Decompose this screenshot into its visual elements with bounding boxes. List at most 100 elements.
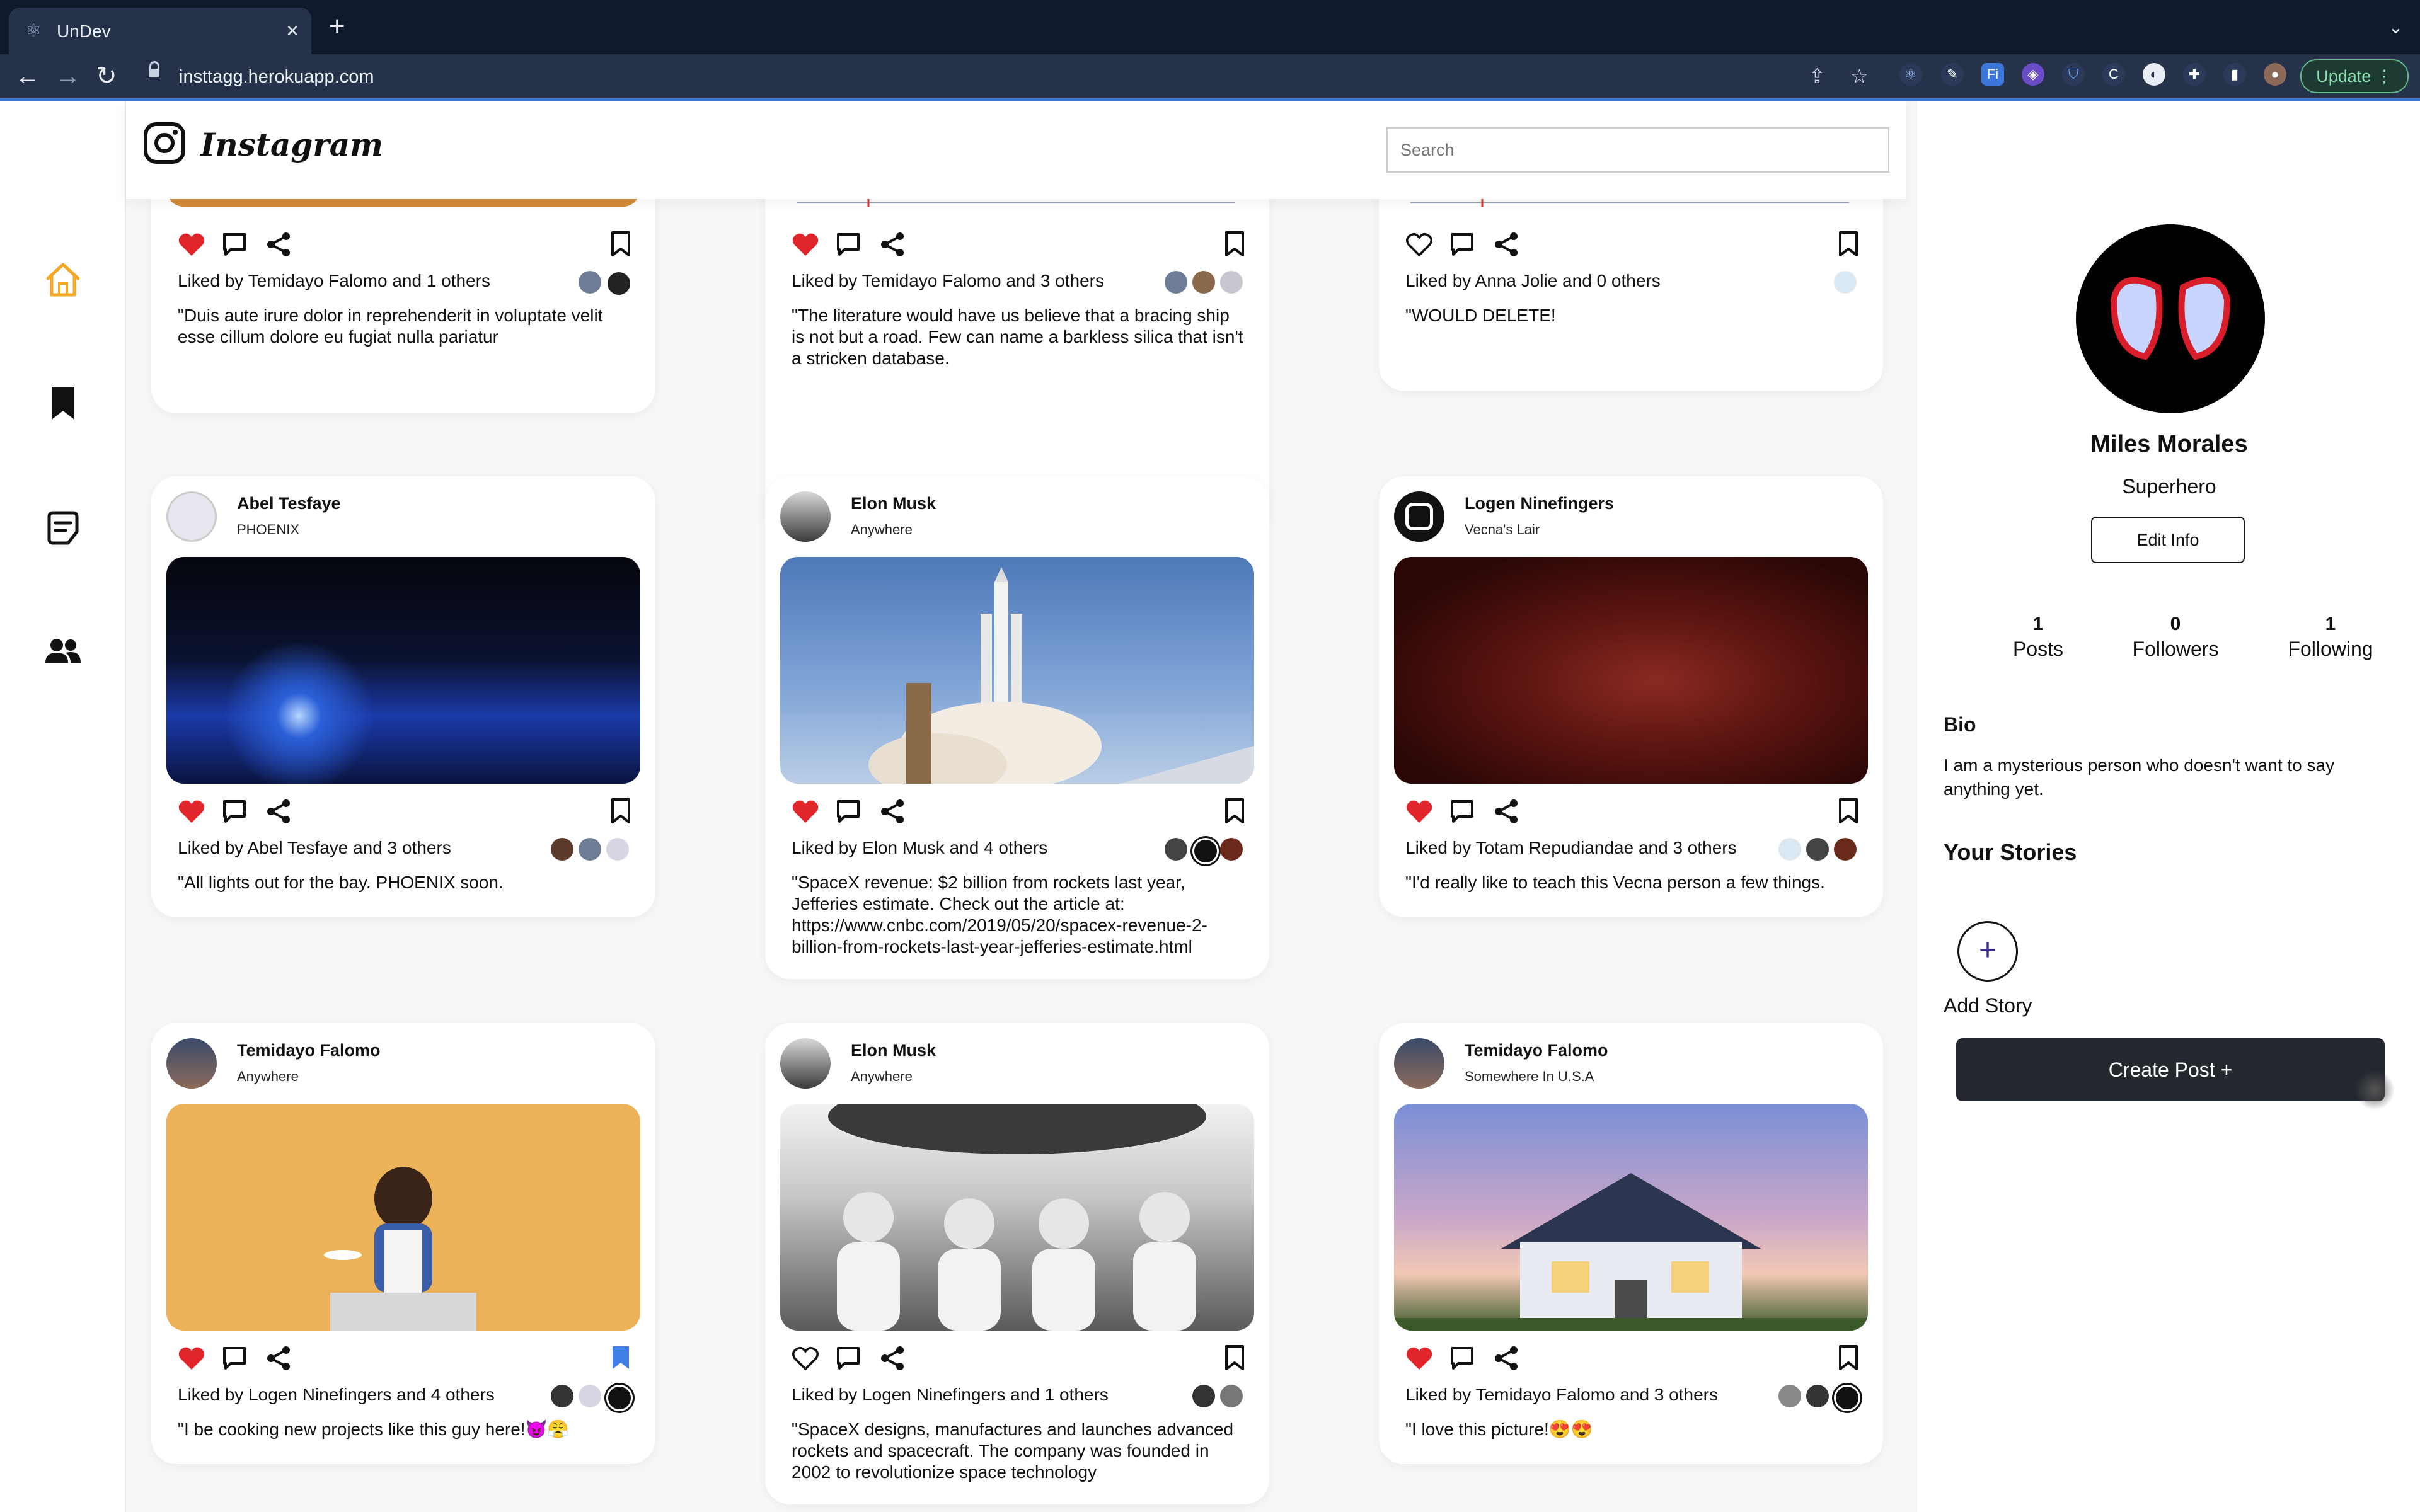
- heart-icon[interactable]: [178, 799, 205, 824]
- bookmark-icon[interactable]: [610, 231, 631, 257]
- edit-info-button[interactable]: Edit Info: [2091, 517, 2245, 563]
- bookmark-filled-icon[interactable]: [610, 1344, 631, 1371]
- stat-followers[interactable]: 0 Followers: [2106, 614, 2245, 661]
- avatar[interactable]: [166, 491, 217, 542]
- share-icon[interactable]: [266, 1346, 291, 1371]
- close-tab-icon[interactable]: ×: [286, 19, 299, 43]
- home-icon[interactable]: [43, 260, 83, 300]
- avatar[interactable]: [1394, 491, 1444, 542]
- new-tab-icon[interactable]: +: [329, 13, 345, 40]
- share-icon[interactable]: [1494, 1346, 1519, 1371]
- comment-icon[interactable]: [1449, 1346, 1475, 1371]
- post-image[interactable]: [1394, 1104, 1868, 1331]
- post-username[interactable]: Temidayo Falomo: [237, 1041, 381, 1060]
- reload-icon[interactable]: ↻: [96, 62, 117, 91]
- logo-text[interactable]: Instagram: [200, 126, 383, 163]
- heart-icon[interactable]: [1405, 1346, 1433, 1371]
- side-panel-icon[interactable]: ▮: [2223, 63, 2246, 86]
- add-story-button[interactable]: +: [1957, 921, 2018, 982]
- chevron-down-icon[interactable]: ⌄: [2388, 16, 2404, 38]
- bookmark-icon[interactable]: [1224, 1344, 1245, 1371]
- instagram-logo-icon[interactable]: [144, 122, 185, 164]
- comment-icon[interactable]: [836, 1346, 861, 1371]
- fi-extension-icon[interactable]: Fi: [1981, 63, 2004, 86]
- c-extension-icon[interactable]: C: [2102, 63, 2125, 86]
- heart-icon[interactable]: [792, 232, 819, 257]
- comment-icon[interactable]: [222, 1346, 247, 1371]
- post-username[interactable]: Logen Ninefingers: [1465, 494, 1614, 513]
- bookmark-icon[interactable]: [1838, 1344, 1859, 1371]
- liker-avatars[interactable]: [1148, 1385, 1243, 1410]
- share-icon[interactable]: [880, 799, 905, 824]
- comment-icon[interactable]: [222, 232, 247, 257]
- forward-icon[interactable]: →: [55, 62, 81, 91]
- avatar[interactable]: [166, 1038, 217, 1089]
- stat-following[interactable]: 1 Following: [2261, 614, 2400, 661]
- puzzle-icon[interactable]: ✚: [2183, 63, 2206, 86]
- bookmark-icon[interactable]: [1838, 798, 1859, 824]
- shield-extension-icon[interactable]: ◈: [2022, 63, 2044, 86]
- post-username[interactable]: Elon Musk: [851, 494, 936, 513]
- address-bar[interactable]: insttagg.herokuapp.com ⇪ ☆: [136, 59, 1913, 94]
- avatar[interactable]: [780, 491, 831, 542]
- posts-icon[interactable]: [43, 508, 83, 548]
- heart-icon[interactable]: [792, 799, 819, 824]
- search-input[interactable]: [1386, 127, 1889, 173]
- circle-extension-icon[interactable]: ◐: [2143, 63, 2165, 86]
- comment-icon[interactable]: [1449, 799, 1475, 824]
- heart-icon[interactable]: [178, 1346, 205, 1371]
- liker-avatars[interactable]: [534, 838, 629, 863]
- back-icon[interactable]: ←: [15, 62, 40, 91]
- post-username[interactable]: Elon Musk: [851, 1041, 936, 1060]
- comment-icon[interactable]: [836, 799, 861, 824]
- bookmark-icon[interactable]: [1224, 231, 1245, 257]
- comment-icon[interactable]: [1449, 232, 1475, 257]
- post-image[interactable]: [166, 1104, 640, 1331]
- liker-avatars[interactable]: [534, 1385, 633, 1411]
- liker-avatars[interactable]: [1762, 1385, 1860, 1411]
- post-image[interactable]: [166, 557, 640, 784]
- browser-tab[interactable]: ⚛ UnDev ×: [9, 8, 311, 54]
- heart-outline-icon[interactable]: [792, 1346, 819, 1371]
- share-page-icon[interactable]: ⇪: [1809, 64, 1826, 88]
- bookmark-icon[interactable]: [1224, 798, 1245, 824]
- liker-avatars[interactable]: [534, 271, 631, 296]
- lock-icon: [149, 61, 159, 79]
- pen-extension-icon[interactable]: ✎: [1941, 63, 1964, 86]
- comment-icon[interactable]: [836, 232, 861, 257]
- react-devtools-icon[interactable]: ⚛: [1899, 63, 1922, 86]
- profile-avatar[interactable]: [2076, 224, 2265, 413]
- post-image[interactable]: [1394, 557, 1868, 784]
- share-icon[interactable]: [1494, 799, 1519, 824]
- share-icon[interactable]: [266, 232, 291, 257]
- liker-avatars[interactable]: [1148, 271, 1243, 296]
- heart-icon[interactable]: [1405, 799, 1433, 824]
- heart-outline-icon[interactable]: [1405, 232, 1433, 257]
- post-image[interactable]: [780, 1104, 1254, 1331]
- liker-avatars[interactable]: [1762, 271, 1857, 296]
- bookmark-icon[interactable]: [610, 798, 631, 824]
- post-username[interactable]: Temidayo Falomo: [1465, 1041, 1608, 1060]
- share-icon[interactable]: [1494, 232, 1519, 257]
- shield-icon[interactable]: ⛉: [2062, 63, 2085, 86]
- comment-icon[interactable]: [222, 799, 247, 824]
- update-button[interactable]: Update ⋮: [2300, 59, 2409, 93]
- create-post-button[interactable]: Create Post +: [1956, 1038, 2385, 1101]
- post-username[interactable]: Abel Tesfaye: [237, 494, 341, 513]
- liker-avatars[interactable]: [1148, 838, 1243, 864]
- profile-avatar-icon[interactable]: ●: [2264, 63, 2286, 86]
- share-icon[interactable]: [266, 799, 291, 824]
- house-illustration: [1394, 1173, 1868, 1331]
- stat-posts[interactable]: 1 Posts: [1969, 614, 2107, 661]
- avatar[interactable]: [780, 1038, 831, 1089]
- post-image[interactable]: [780, 557, 1254, 784]
- liker-avatars[interactable]: [1762, 838, 1857, 863]
- avatar[interactable]: [1394, 1038, 1444, 1089]
- share-icon[interactable]: [880, 1346, 905, 1371]
- people-icon[interactable]: [43, 631, 83, 672]
- bookmark-icon[interactable]: [43, 383, 83, 423]
- heart-icon[interactable]: [178, 232, 205, 257]
- star-icon[interactable]: ☆: [1850, 64, 1869, 88]
- bookmark-icon[interactable]: [1838, 231, 1859, 257]
- share-icon[interactable]: [880, 232, 905, 257]
